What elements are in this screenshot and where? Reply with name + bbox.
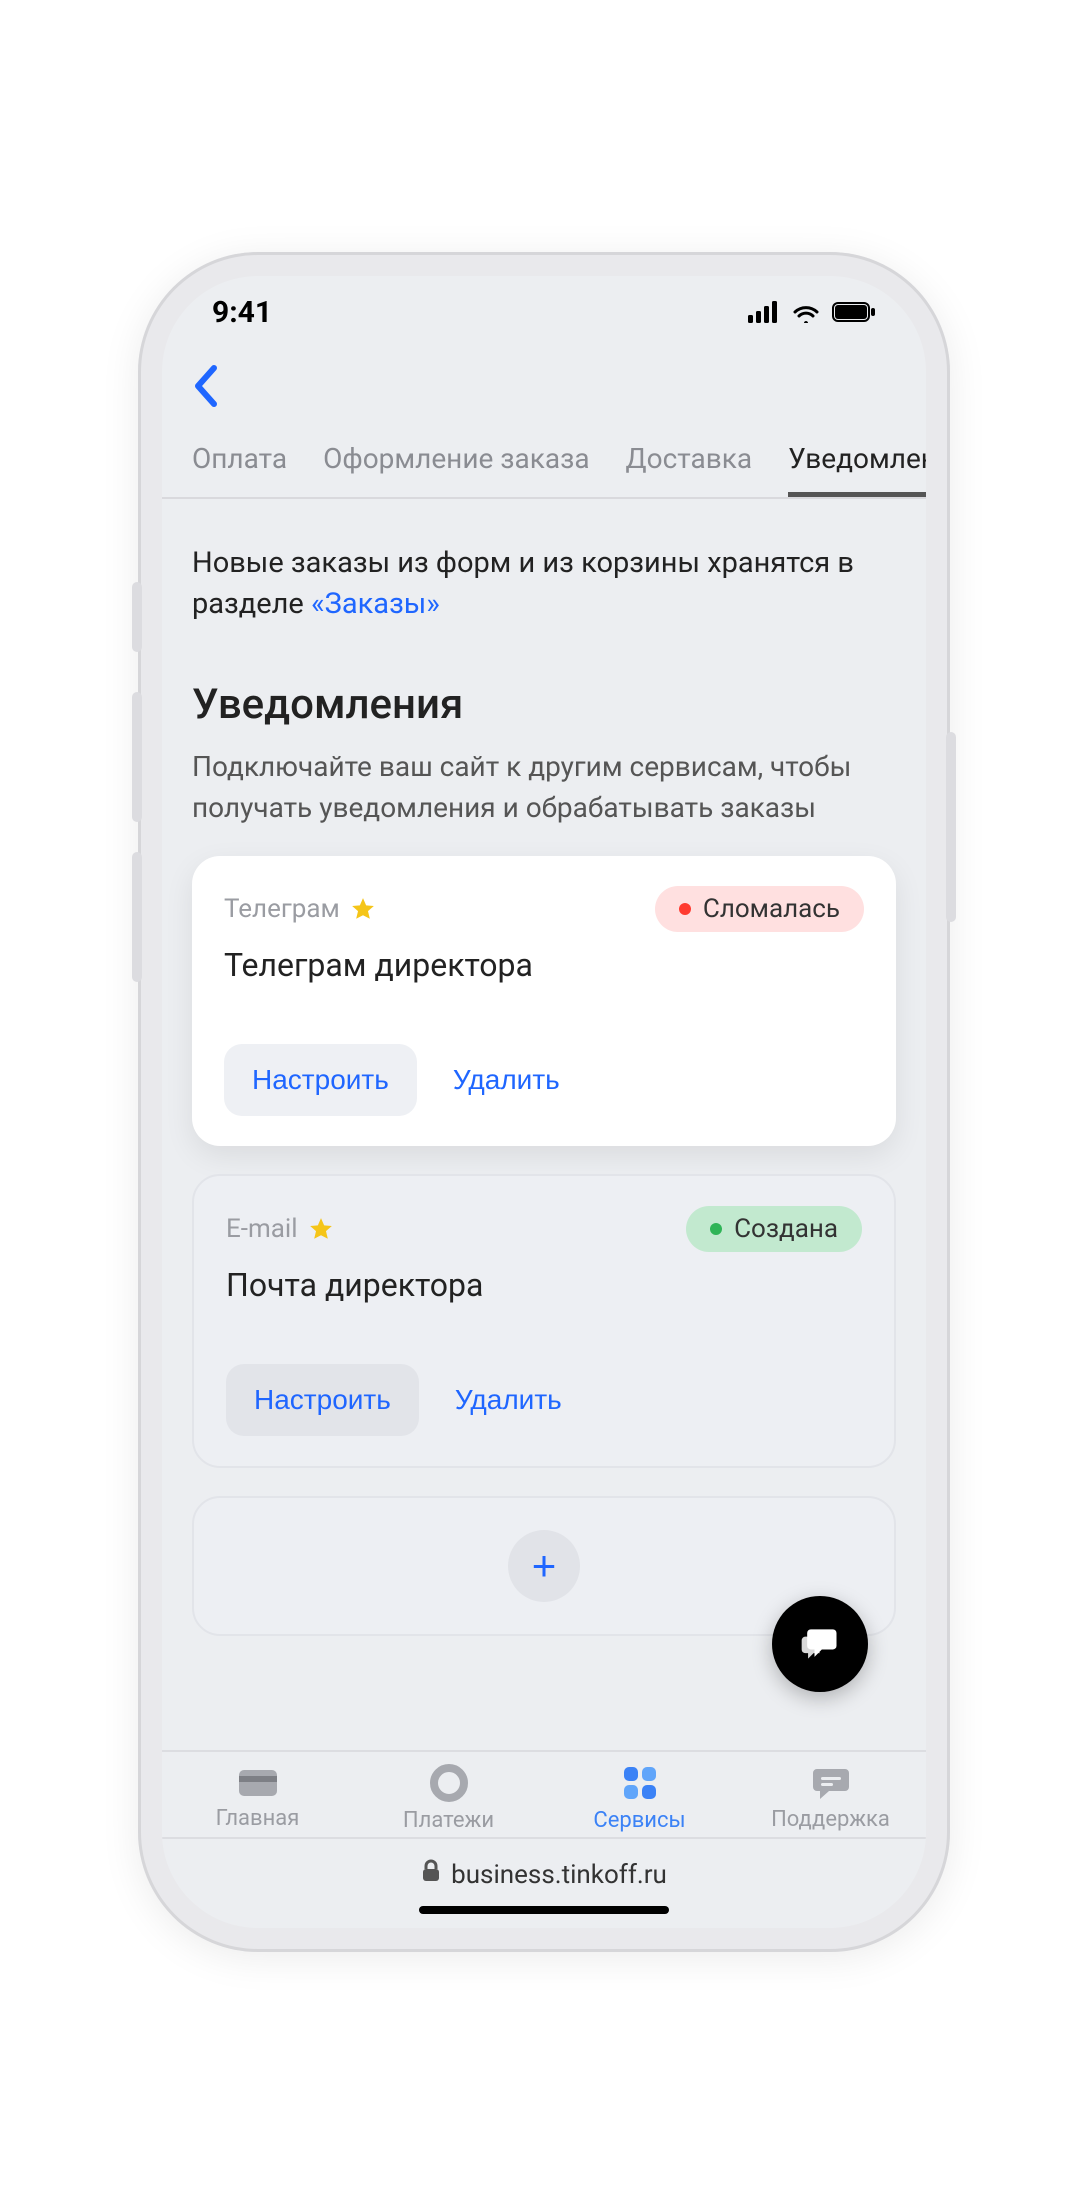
tabbar-label: Сервисы [593,1808,685,1833]
status-badge: Создана [686,1206,862,1252]
status-bar: 9:41 [162,276,926,348]
status-dot-icon [679,903,691,915]
card-actions: Настроить Удалить [224,1044,864,1116]
nav-back-area [162,348,926,418]
chat-fab[interactable] [772,1596,868,1692]
card-actions: Настроить Удалить [226,1364,862,1436]
tabbar-payments[interactable]: Платежи [369,1764,529,1833]
physical-power-button [946,732,956,922]
integration-card: Телеграм Сломалась Телеграм директора На… [192,856,896,1146]
integration-card: E-mail Создана Почта директора Настроить… [192,1174,896,1468]
status-dot-icon [710,1223,722,1235]
browser-bar: business.tinkoff.ru [162,1837,926,1900]
info-text-prefix: Новые заказы из форм и из корзины хранят… [192,546,854,621]
browser-url[interactable]: business.tinkoff.ru [451,1860,667,1890]
card-icon [237,1766,279,1800]
section-description: Подключайте ваш сайт к другим сервисам, … [192,747,896,828]
cellular-icon [748,301,780,323]
integration-type: Телеграм [224,894,376,924]
tab-checkout[interactable]: Оформление заказа [323,442,589,497]
status-label: Сломалась [703,894,840,924]
circle-icon [430,1764,468,1802]
home-indicator[interactable] [419,1906,669,1914]
star-icon [350,896,376,922]
status-label: Создана [734,1214,838,1244]
integration-type-label: E-mail [226,1214,298,1244]
bottom-tabbar: Главная Платежи Сервисы [162,1750,926,1837]
physical-mute-switch [132,582,142,652]
status-badge: Сломалась [655,886,864,932]
grid-icon [621,1764,659,1802]
tabbar-label: Поддержка [771,1807,890,1832]
content-area: Новые заказы из форм и из корзины хранят… [162,499,926,1750]
battery-icon [832,301,876,323]
delete-button[interactable]: Удалить [453,1064,560,1096]
tabbar-label: Главная [216,1806,300,1831]
delete-button[interactable]: Удалить [455,1384,562,1416]
configure-button[interactable]: Настроить [224,1044,417,1116]
card-head: E-mail Создана [226,1206,862,1252]
plus-icon: + [532,1542,557,1590]
tab-delivery[interactable]: Доставка [626,442,753,497]
tab-notifications[interactable]: Уведомления [788,442,926,497]
status-time: 9:41 [212,295,272,330]
integration-title: Телеграм директора [224,946,864,984]
configure-button[interactable]: Настроить [226,1364,419,1436]
wifi-icon [790,301,822,323]
tabbar-home[interactable]: Главная [178,1766,338,1831]
status-icons [748,301,876,323]
physical-volume-down [132,852,142,982]
integration-type: E-mail [226,1214,334,1244]
physical-volume-up [132,692,142,822]
phone-screen: 9:41 [162,276,926,1928]
add-integration-button[interactable]: + [508,1530,580,1602]
support-icon [811,1765,851,1801]
chat-icon [798,1622,842,1666]
orders-link[interactable]: «Заказы» [311,587,440,621]
section-title: Уведомления [192,680,896,729]
integration-title: Почта директора [226,1266,862,1304]
tabbar-support[interactable]: Поддержка [751,1765,911,1832]
star-icon [308,1216,334,1242]
top-tabs: Оплата Оформление заказа Доставка Уведом… [162,418,926,499]
tabbar-label: Платежи [403,1808,494,1833]
tab-payment[interactable]: Оплата [192,442,287,497]
integration-type-label: Телеграм [224,894,340,924]
back-button[interactable] [192,364,896,408]
lock-icon [421,1859,441,1890]
card-head: Телеграм Сломалась [224,886,864,932]
tabbar-services[interactable]: Сервисы [560,1764,720,1833]
info-text: Новые заказы из форм и из корзины хранят… [192,543,896,624]
phone-frame: 9:41 [138,252,950,1952]
